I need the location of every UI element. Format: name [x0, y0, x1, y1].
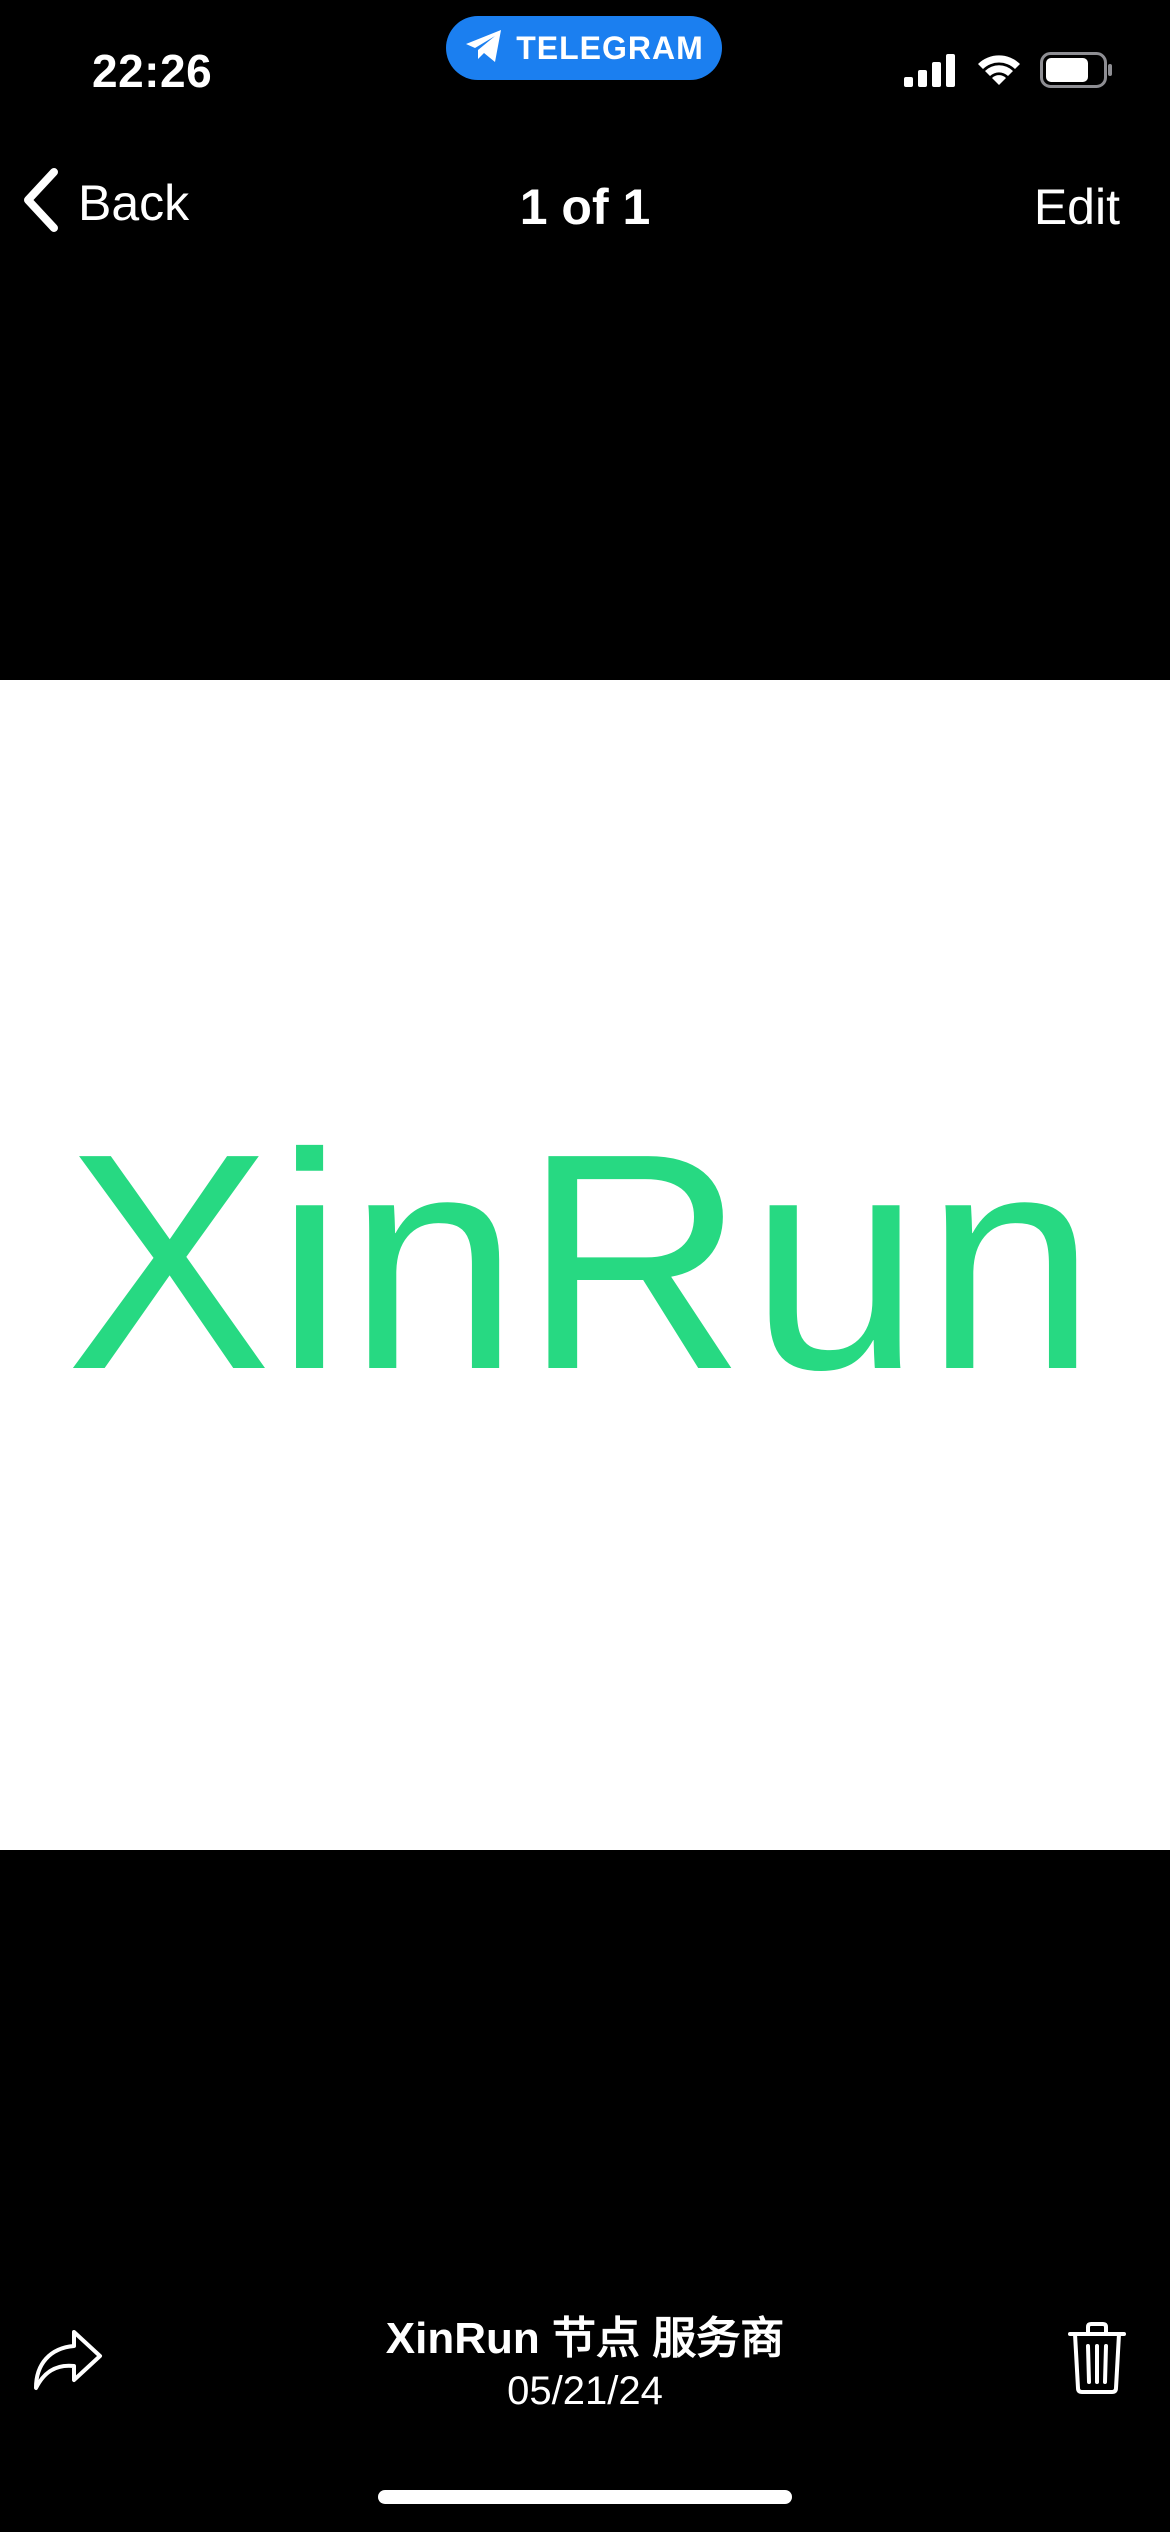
home-indicator[interactable] — [378, 2490, 792, 2504]
page-title: 1 of 1 — [519, 179, 651, 235]
telegram-icon — [464, 28, 504, 69]
return-to-app-pill[interactable]: TELEGRAM — [446, 16, 722, 80]
cellular-signal-icon — [904, 53, 958, 92]
photo-caption: XinRun 节点 服务商 05/21/24 — [0, 2312, 1170, 2416]
battery-icon — [1040, 52, 1114, 93]
caption-title: XinRun 节点 服务商 — [385, 2314, 785, 2363]
wifi-icon — [976, 53, 1022, 92]
return-app-label: TELEGRAM — [516, 29, 704, 66]
edit-button[interactable]: Edit — [1034, 178, 1120, 236]
delete-button[interactable] — [1068, 2322, 1126, 2399]
caption-date: 05/21/24 — [507, 2369, 663, 2413]
trash-icon — [1068, 2322, 1126, 2398]
status-icons — [904, 52, 1114, 93]
photo-logo-text: XinRun — [66, 1090, 1101, 1434]
status-time: 22:26 — [92, 45, 213, 97]
